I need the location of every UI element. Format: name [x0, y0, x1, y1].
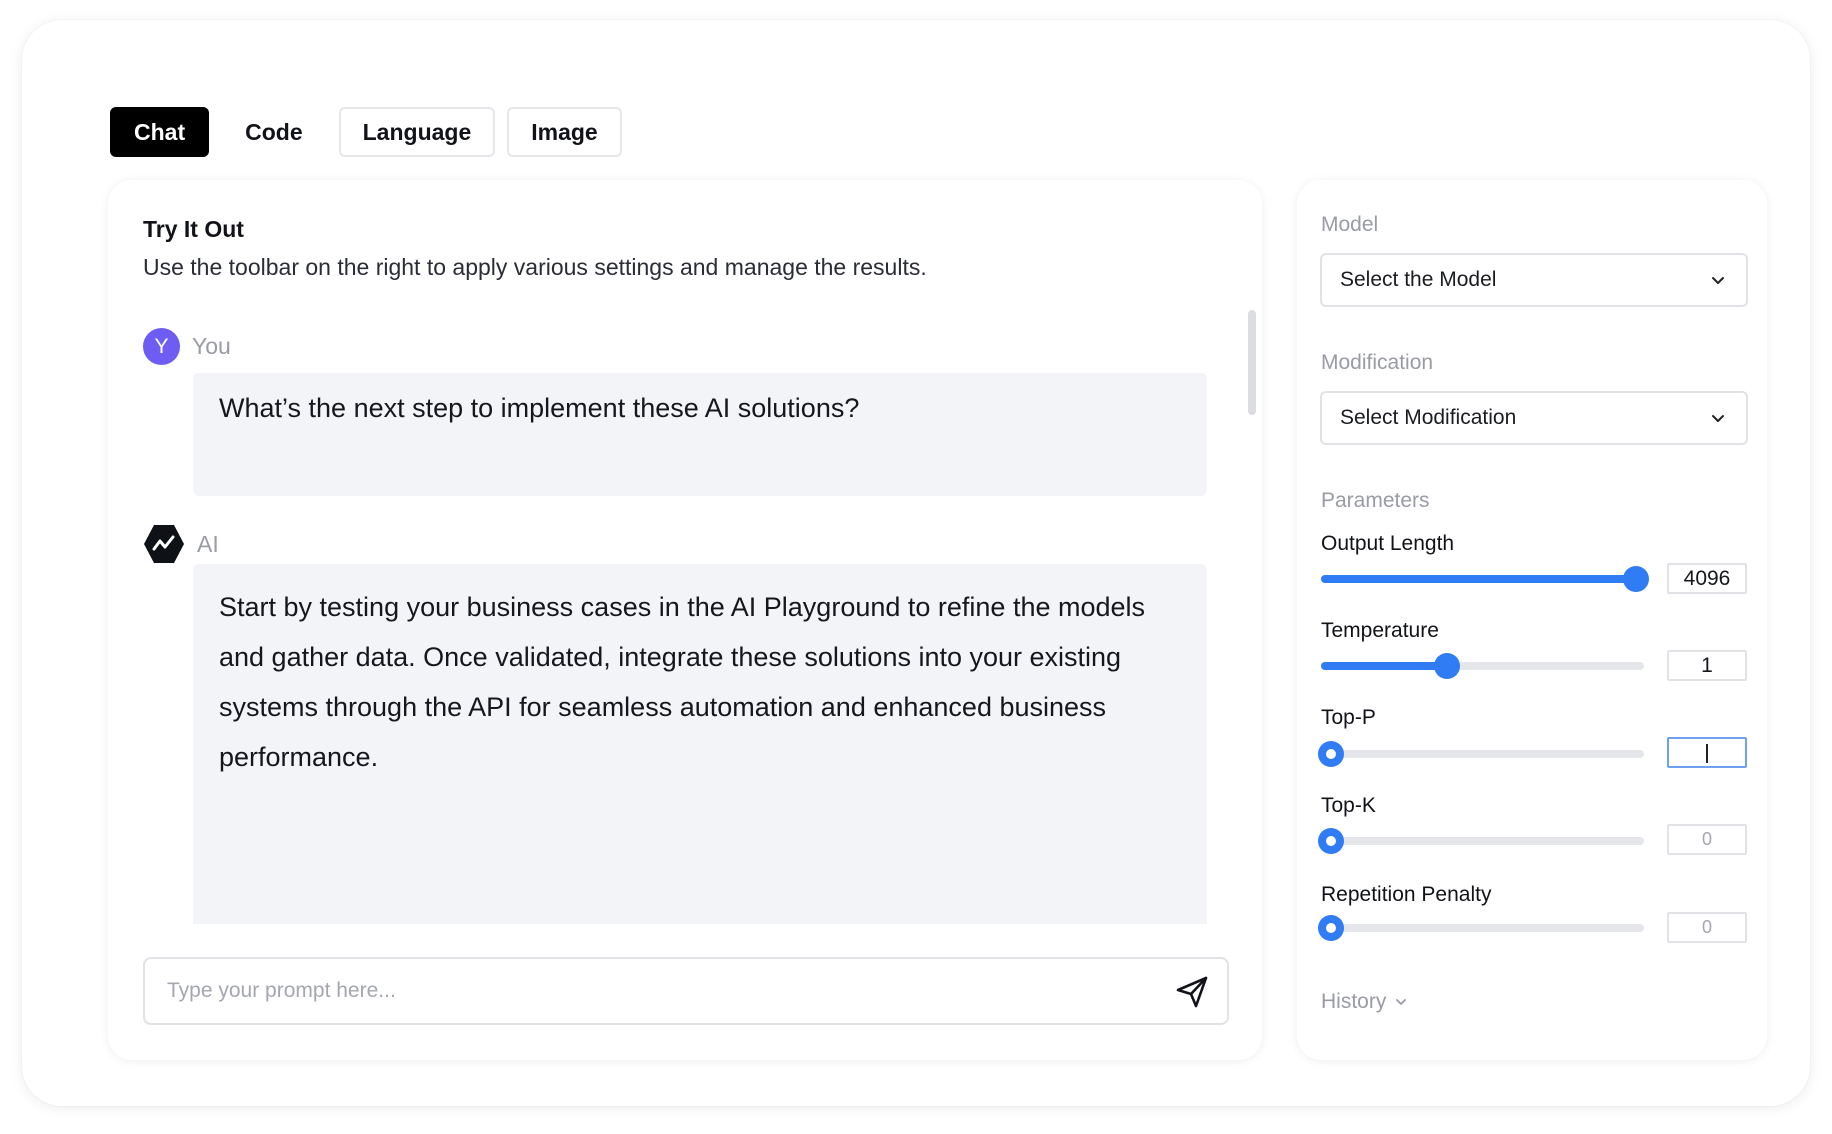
chevron-down-icon	[1396, 999, 1407, 1005]
history-toggle[interactable]: History	[1321, 990, 1408, 1014]
chevron-down-icon	[1712, 277, 1724, 284]
chevron-down-icon	[1712, 415, 1724, 422]
user-avatar: Y	[143, 328, 180, 365]
ai-name: AI	[197, 530, 219, 557]
app-window: Chat Code Language Image Try It Out Use …	[22, 20, 1810, 1106]
model-select[interactable]: Select the Model	[1320, 253, 1748, 307]
ai-message: Start by testing your business cases in …	[193, 564, 1207, 924]
output-length-slider[interactable]	[1321, 566, 1649, 592]
param-label-repetition-penalty: Repetition Penalty	[1321, 883, 1492, 906]
trend-line-hexagon-icon	[144, 525, 184, 563]
user-name: You	[192, 333, 231, 359]
output-length-slider-thumb[interactable]	[1623, 566, 1649, 592]
modification-select[interactable]: Select Modification	[1320, 391, 1748, 445]
prompt-box	[143, 957, 1229, 1025]
prompt-input[interactable]	[167, 959, 1127, 1023]
ai-message-header: AI	[143, 524, 219, 564]
repetition-penalty-value[interactable]: 0	[1667, 912, 1747, 943]
modification-label: Modification	[1321, 351, 1434, 374]
tab-chat[interactable]: Chat	[110, 107, 210, 157]
top-k-value[interactable]: 0	[1667, 824, 1747, 855]
top-p-slider-thumb[interactable]	[1318, 741, 1344, 767]
repetition-penalty-slider[interactable]	[1318, 915, 1644, 941]
chat-scrollbar[interactable]	[1248, 310, 1256, 415]
repetition-penalty-slider-thumb[interactable]	[1318, 915, 1344, 941]
top-k-slider-thumb[interactable]	[1318, 828, 1344, 854]
top-p-value[interactable]	[1667, 737, 1747, 768]
history-label: History	[1321, 990, 1387, 1013]
mode-tabs: Chat Code Language Image	[110, 107, 622, 157]
param-label-temperature: Temperature	[1321, 619, 1439, 642]
tab-image[interactable]: Image	[507, 107, 622, 157]
top-k-slider[interactable]	[1318, 828, 1644, 854]
paper-plane-icon[interactable]	[1175, 975, 1209, 1009]
top-p-slider[interactable]	[1318, 741, 1644, 767]
chat-title: Try It Out	[143, 216, 244, 242]
model-select-value: Select the Model	[1340, 268, 1497, 291]
text-caret	[1706, 744, 1708, 763]
model-label: Model	[1321, 213, 1379, 236]
user-message-header: Y You	[143, 328, 231, 365]
chat-subtitle: Use the toolbar on the right to apply va…	[143, 254, 927, 280]
param-label-output-length: Output Length	[1321, 532, 1455, 555]
param-label-top-p: Top-P	[1321, 706, 1376, 729]
modification-select-value: Select Modification	[1340, 406, 1517, 429]
param-label-top-k: Top-K	[1321, 794, 1376, 817]
temperature-slider[interactable]	[1321, 653, 1644, 679]
user-message: What’s the next step to implement these …	[193, 373, 1207, 496]
parameters-label: Parameters	[1321, 489, 1430, 512]
tab-code[interactable]: Code	[221, 107, 327, 157]
temperature-value[interactable]: 1	[1667, 650, 1747, 681]
tab-language[interactable]: Language	[338, 107, 496, 157]
chat-panel: Try It Out Use the toolbar on the right …	[108, 180, 1262, 1060]
temperature-slider-thumb[interactable]	[1433, 653, 1460, 679]
output-length-value[interactable]: 4096	[1667, 563, 1747, 594]
settings-panel: Model Select the Model Modification Sele…	[1297, 180, 1767, 1060]
